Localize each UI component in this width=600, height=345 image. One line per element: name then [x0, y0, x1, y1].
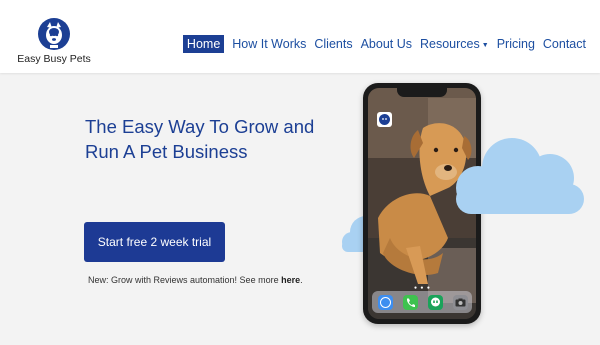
phone-dock: [372, 291, 472, 313]
dog-logo-icon: [38, 18, 70, 50]
nav-clients[interactable]: Clients: [314, 37, 352, 51]
site-header: Easy Busy Pets Home How It Works Clients…: [0, 0, 600, 73]
nav-home[interactable]: Home: [182, 35, 225, 53]
start-trial-button[interactable]: Start free 2 week trial: [84, 222, 225, 262]
main-nav: Home How It Works Clients About Us Resou…: [175, 35, 586, 53]
nav-resources[interactable]: Resources ▼: [420, 37, 489, 51]
caret-down-icon: ▼: [481, 42, 489, 49]
nav-resources-label: Resources: [420, 37, 480, 51]
camera-icon[interactable]: [453, 295, 468, 310]
safari-icon[interactable]: [378, 295, 393, 310]
promo-here-link[interactable]: here: [281, 275, 300, 285]
brand-logo[interactable]: Easy Busy Pets: [14, 18, 94, 65]
nav-contact[interactable]: Contact: [543, 37, 586, 51]
large-cloud-graphic: [456, 138, 584, 214]
nav-about-us[interactable]: About Us: [361, 37, 412, 51]
promo-text: New: Grow with Reviews automation! See m…: [88, 274, 308, 286]
app-logo-icon[interactable]: [377, 112, 392, 127]
nav-how-it-works[interactable]: How It Works: [232, 37, 306, 51]
hero-headline: The Easy Way To Grow and Run A Pet Busin…: [85, 116, 315, 162]
phone-icon[interactable]: [403, 295, 418, 310]
hangouts-icon[interactable]: [428, 295, 443, 310]
nav-pricing[interactable]: Pricing: [497, 37, 535, 51]
phone-notch: [397, 88, 447, 97]
promo-message: New: Grow with Reviews automation! See m…: [88, 275, 282, 285]
brand-name: Easy Busy Pets: [17, 53, 91, 65]
promo-suffix: .: [300, 275, 303, 285]
